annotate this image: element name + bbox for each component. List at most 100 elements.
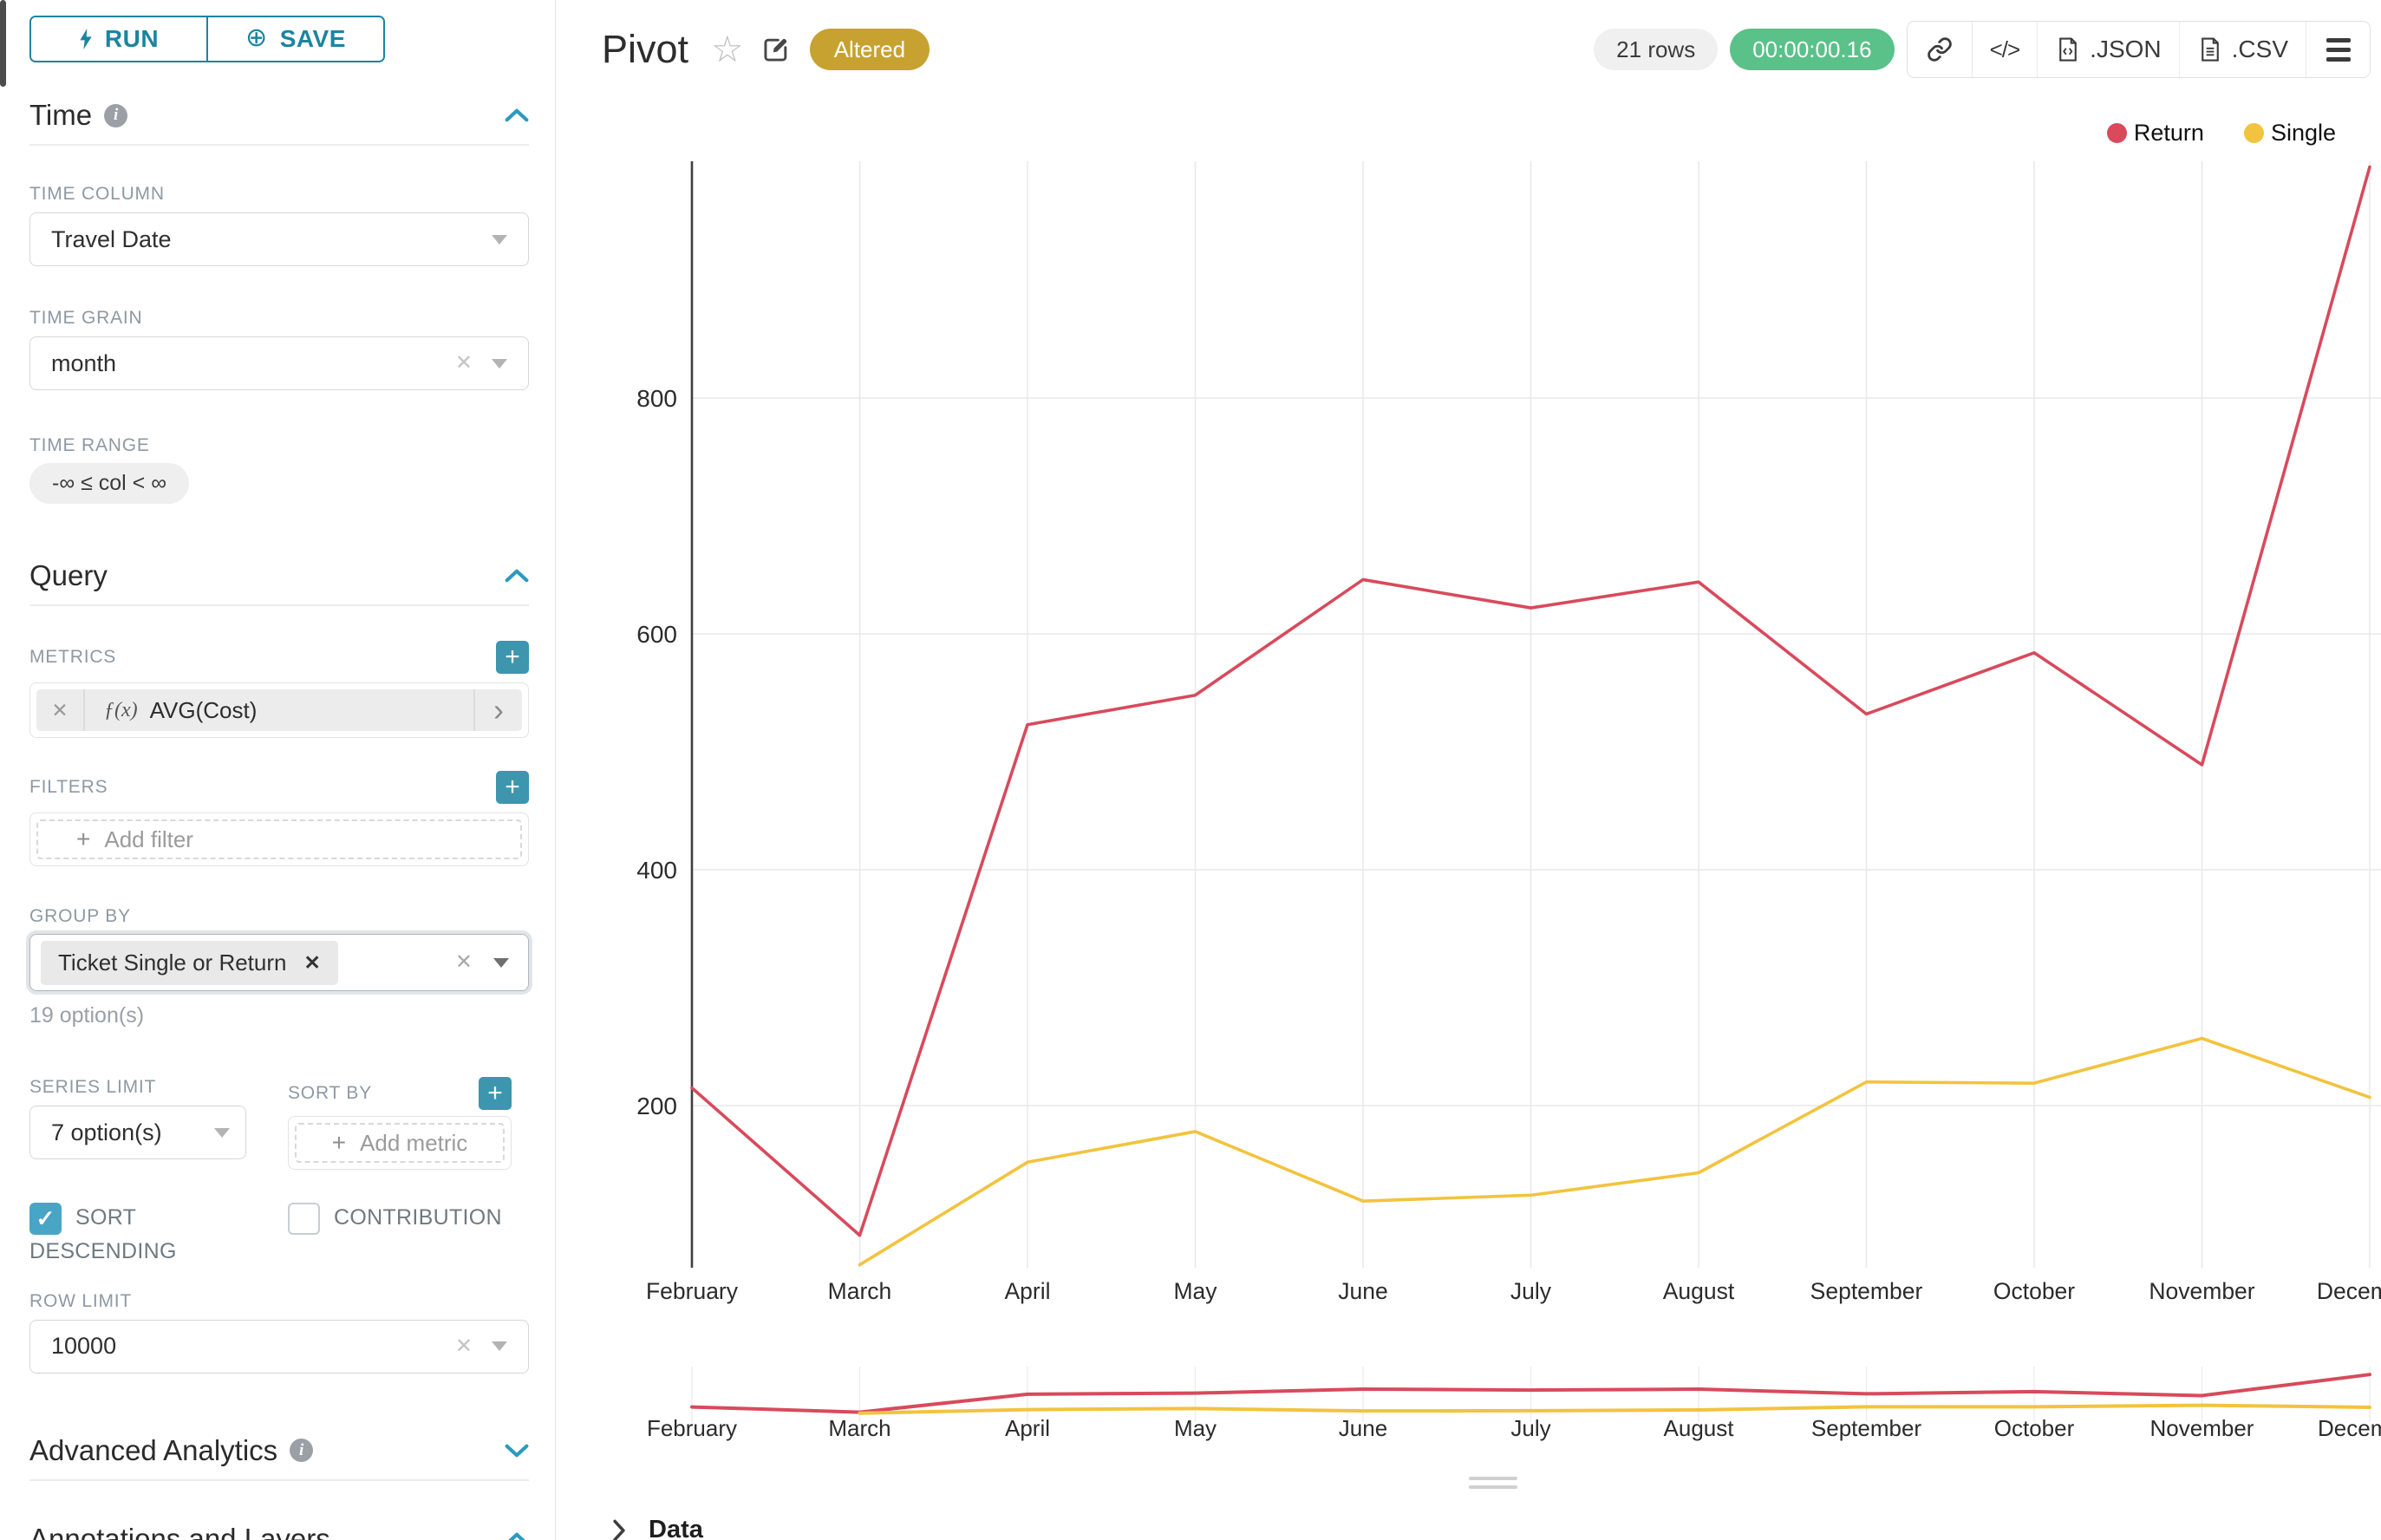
mini-x-tick-label: February bbox=[647, 1415, 737, 1441]
metric-pill[interactable]: ✕ ƒ(x) AVG(Cost) › bbox=[36, 689, 522, 731]
sort-by-container: + Add metric bbox=[288, 1116, 512, 1170]
series-limit-value: 7 option(s) bbox=[51, 1119, 162, 1146]
y-axis-tick-label: 600 bbox=[636, 621, 677, 648]
plus-icon: + bbox=[332, 1129, 346, 1157]
line-chart: 200400600800FebruaryMarchAprilMayJuneJul… bbox=[557, 0, 2381, 1540]
time-section-title: Time bbox=[29, 99, 92, 132]
caret-down-icon bbox=[493, 958, 509, 968]
sort-by-label: SORT BY bbox=[288, 1083, 372, 1104]
caret-down-icon bbox=[492, 359, 507, 369]
time-range-pill[interactable]: -∞ ≤ col < ∞ bbox=[29, 463, 189, 504]
x-axis-tick-label: September bbox=[1810, 1278, 1923, 1304]
x-axis-tick-label: May bbox=[1173, 1278, 1217, 1304]
group-by-options-hint: 19 option(s) bbox=[29, 1003, 529, 1028]
chart-panel: Pivot ☆ Altered 21 rows 00:00:00.16 </> bbox=[557, 0, 2381, 1540]
time-column-label: TIME COLUMN bbox=[29, 184, 529, 205]
metric-name: AVG(Cost) bbox=[150, 697, 258, 724]
save-button-label: SAVE bbox=[280, 25, 346, 53]
function-icon: ƒ(x) bbox=[104, 699, 138, 722]
contribution-checkbox[interactable] bbox=[288, 1203, 320, 1235]
annotations-title: Annotations and Layers bbox=[29, 1523, 330, 1540]
mini-x-tick-label: May bbox=[1174, 1415, 1217, 1441]
chevron-up-icon[interactable] bbox=[505, 108, 529, 122]
add-metric-button[interactable]: + bbox=[496, 641, 529, 674]
x-axis-tick-label: April bbox=[1004, 1278, 1050, 1304]
x-axis-tick-label: October bbox=[1993, 1278, 2075, 1304]
mini-x-tick-label: November bbox=[2150, 1415, 2254, 1441]
chevron-down-icon[interactable] bbox=[505, 1444, 529, 1458]
data-panel-toggle[interactable]: Data bbox=[612, 1516, 703, 1540]
mini-x-tick-label: December bbox=[2318, 1415, 2381, 1441]
add-filter-label: Add filter bbox=[104, 826, 193, 853]
info-icon[interactable]: i bbox=[290, 1439, 313, 1462]
row-limit-select[interactable]: 10000 ✕ bbox=[29, 1320, 529, 1374]
row-limit-value: 10000 bbox=[51, 1333, 116, 1360]
mini-x-tick-label: June bbox=[1339, 1415, 1387, 1441]
time-column-select[interactable]: Travel Date bbox=[29, 212, 529, 266]
time-grain-select[interactable]: month ✕ bbox=[29, 336, 529, 390]
panel-resize-handle[interactable] bbox=[1469, 1477, 1517, 1494]
run-button[interactable]: RUN bbox=[31, 17, 206, 61]
filters-container: + Add filter bbox=[29, 812, 529, 866]
group-by-value: Ticket Single or Return bbox=[58, 949, 286, 976]
time-grain-value: month bbox=[51, 350, 116, 377]
chevron-right-icon[interactable]: › bbox=[473, 689, 522, 731]
add-filter-dropzone[interactable]: + Add filter bbox=[36, 819, 522, 859]
group-by-select[interactable]: Ticket Single or Return ✕ ✕ bbox=[29, 934, 529, 991]
save-button[interactable]: ⊕ SAVE bbox=[206, 17, 383, 61]
mini-x-tick-label: July bbox=[1510, 1415, 1550, 1441]
plus-icon: + bbox=[76, 825, 90, 853]
expand-right-icon bbox=[612, 1519, 626, 1540]
divider bbox=[29, 144, 529, 146]
chevron-up-icon[interactable] bbox=[505, 569, 529, 583]
control-panel: RUN ⊕ SAVE Time i TIME COLUMN Travel Dat… bbox=[0, 0, 556, 1540]
data-panel-label: Data bbox=[649, 1516, 703, 1540]
y-axis-tick-label: 800 bbox=[636, 385, 677, 412]
y-axis-tick-label: 400 bbox=[636, 857, 677, 884]
metrics-label: METRICS bbox=[29, 647, 116, 668]
divider bbox=[29, 604, 529, 606]
query-section-header[interactable]: Query bbox=[29, 559, 529, 592]
x-axis-tick-label: March bbox=[828, 1278, 892, 1304]
time-grain-label: TIME GRAIN bbox=[29, 308, 529, 329]
divider bbox=[29, 1479, 529, 1481]
mini-series-line-single bbox=[860, 1406, 2371, 1413]
info-icon[interactable]: i bbox=[104, 104, 127, 127]
x-axis-tick-label: February bbox=[646, 1278, 739, 1304]
mini-x-tick-label: September bbox=[1811, 1415, 1922, 1441]
add-sort-metric-dropzone[interactable]: + Add metric bbox=[295, 1123, 505, 1163]
run-save-button-group: RUN ⊕ SAVE bbox=[29, 16, 385, 62]
sort-descending-option[interactable]: ✓SORT DESCENDING bbox=[29, 1201, 262, 1269]
add-filter-button[interactable]: + bbox=[496, 771, 529, 804]
time-range-brush[interactable]: FebruaryMarchAprilMayJuneJulyAugustSepte… bbox=[647, 1367, 2381, 1441]
time-range-label: TIME RANGE bbox=[29, 435, 529, 456]
sidebar-scrollbar-thumb[interactable] bbox=[0, 0, 6, 87]
contribution-option[interactable]: CONTRIBUTION bbox=[288, 1201, 520, 1269]
annotations-header[interactable]: Annotations and Layers bbox=[29, 1523, 529, 1540]
x-axis-tick-label: August bbox=[1663, 1278, 1735, 1304]
mini-x-tick-label: March bbox=[828, 1415, 890, 1441]
clear-icon[interactable]: ✕ bbox=[455, 353, 473, 374]
query-section-title: Query bbox=[29, 559, 108, 592]
lightning-icon bbox=[79, 28, 93, 50]
time-section-header[interactable]: Time i bbox=[29, 99, 529, 132]
caret-down-icon bbox=[214, 1128, 230, 1138]
series-limit-label: SERIES LIMIT bbox=[29, 1077, 246, 1098]
group-by-value-pill[interactable]: Ticket Single or Return ✕ bbox=[41, 941, 338, 985]
clear-icon[interactable]: ✕ bbox=[455, 952, 473, 973]
clear-icon[interactable]: ✕ bbox=[455, 1336, 473, 1357]
remove-metric-icon[interactable]: ✕ bbox=[36, 689, 85, 731]
add-sort-metric-button[interactable]: + bbox=[479, 1077, 512, 1110]
caret-down-icon bbox=[492, 1341, 507, 1351]
time-column-value: Travel Date bbox=[51, 226, 172, 253]
chevron-up-icon[interactable] bbox=[505, 1532, 529, 1540]
plus-circle-icon: ⊕ bbox=[245, 25, 268, 51]
contribution-label: CONTRIBUTION bbox=[334, 1205, 502, 1230]
sort-descending-checkbox[interactable]: ✓ bbox=[29, 1203, 62, 1235]
remove-tag-icon[interactable]: ✕ bbox=[303, 951, 320, 975]
advanced-analytics-header[interactable]: Advanced Analytics i bbox=[29, 1434, 529, 1467]
advanced-analytics-title: Advanced Analytics bbox=[29, 1434, 277, 1467]
x-axis-tick-label: December bbox=[2317, 1278, 2381, 1304]
series-limit-select[interactable]: 7 option(s) bbox=[29, 1106, 246, 1159]
x-axis-tick-label: July bbox=[1510, 1278, 1552, 1304]
